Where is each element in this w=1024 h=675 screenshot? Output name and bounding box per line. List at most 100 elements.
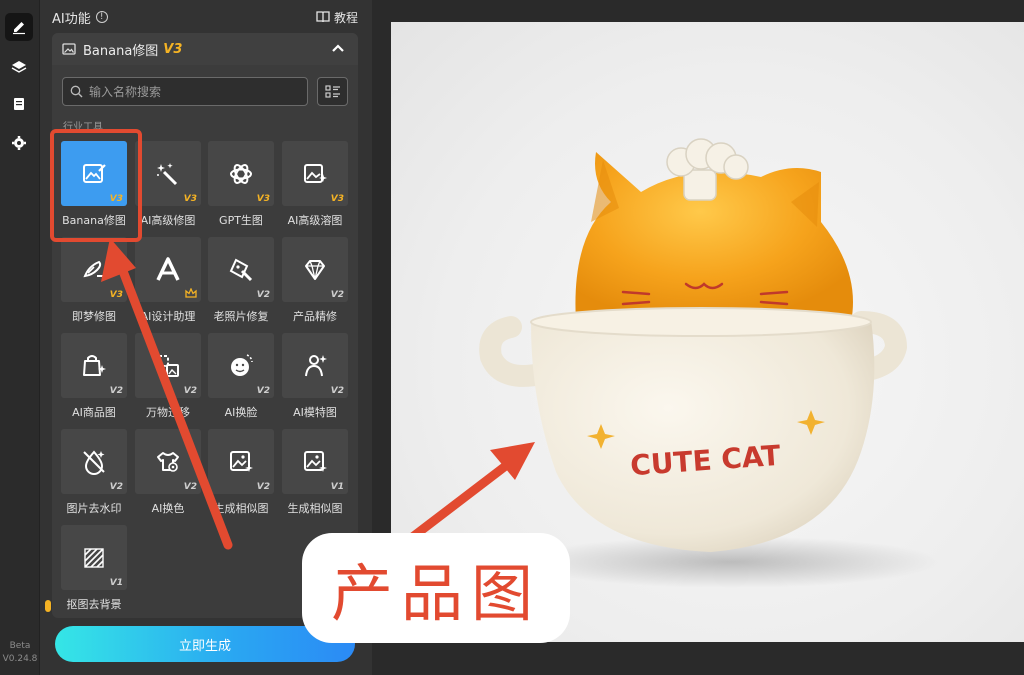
version-badge: V2 [330, 386, 344, 396]
tool-tile[interactable]: V2 [208, 237, 274, 302]
tool-tile[interactable]: V1 [61, 525, 127, 590]
tool-tile[interactable]: V2 [282, 237, 348, 302]
search-input[interactable] [89, 84, 299, 99]
tool-tile[interactable]: V3 [208, 141, 274, 206]
tool-label: AI高级修图 [140, 214, 196, 227]
tool-label: AI模特图 [293, 406, 337, 419]
tutorial-label: 教程 [333, 10, 358, 25]
tool-label: GPT生图 [219, 214, 263, 227]
version-badge: V2 [256, 386, 270, 396]
tool-ai-product-image[interactable]: V2 AI商品图 [57, 333, 131, 420]
search-box[interactable] [62, 77, 308, 106]
status-dot [45, 600, 51, 612]
list-view-toggle[interactable] [317, 77, 348, 106]
version-badge: V3 [330, 194, 344, 204]
tool-label: AI换色 [151, 502, 185, 515]
gpt-knot-icon [230, 163, 252, 184]
tool-label: 老照片修复 [213, 310, 269, 323]
tool-remove-background[interactable]: V1 抠图去背景 [57, 525, 131, 612]
edit-pen-icon[interactable] [5, 13, 33, 41]
tool-label: 抠图去背景 [66, 598, 122, 611]
tool-label: AI高级溶图 [287, 214, 343, 227]
chevron-up-icon[interactable] [330, 40, 346, 56]
tool-label: 产品精修 [293, 310, 337, 323]
tutorial-link[interactable]: 教程 [316, 9, 358, 26]
version-badge: V2 [256, 482, 270, 492]
tool-ai-model-image[interactable]: V2 AI模特图 [278, 333, 352, 420]
tool-label: 即梦修图 [72, 310, 116, 323]
version-badge: V2 [109, 386, 123, 396]
info-icon[interactable]: ! [95, 11, 108, 23]
tool-product-retouch[interactable]: V2 产品精修 [278, 237, 352, 324]
version-beta: Beta [9, 641, 31, 651]
similar-image-icon [304, 450, 327, 472]
module-header[interactable]: Banana修图 V3 [52, 33, 358, 65]
tool-label: 图片去水印 [66, 502, 122, 515]
design-a-icon [156, 256, 180, 281]
version-badge: V2 [183, 482, 197, 492]
transfer-icon [157, 354, 179, 377]
tool-tile[interactable]: V2 [135, 429, 201, 494]
layers-icon[interactable] [5, 53, 33, 81]
face-swap-icon [231, 353, 253, 376]
document-icon[interactable] [5, 90, 33, 118]
no-watermark-icon [83, 449, 105, 475]
gem-icon [305, 259, 325, 280]
tool-object-transfer[interactable]: V2 万物迁移 [131, 333, 205, 420]
tool-label: 生成相似图 [213, 502, 269, 515]
selection-highlight-box [50, 129, 142, 242]
app-version: Beta V0.24.8 [0, 640, 40, 666]
version-badge: V3 [109, 290, 123, 300]
tool-jimeng-edit[interactable]: V3 即梦修图 [57, 237, 131, 324]
version-badge: V2 [256, 290, 270, 300]
tool-tile[interactable]: V2 [282, 333, 348, 398]
version-badge: V1 [330, 482, 344, 492]
panel-header: AI功能 ! 教程 [52, 8, 358, 27]
similar-image-icon [230, 450, 253, 472]
version-badge: V2 [330, 290, 344, 300]
tool-tile[interactable]: V1 [282, 429, 348, 494]
book-icon [316, 11, 330, 23]
search-icon [70, 85, 83, 98]
tool-tile[interactable]: V2 [208, 333, 274, 398]
tool-label: AI设计助理 [140, 310, 196, 323]
magic-wand-icon [157, 162, 178, 185]
tool-generate-similar-v1[interactable]: V1 生成相似图 [278, 429, 352, 516]
tool-tile[interactable]: V3 [282, 141, 348, 206]
tool-label: AI商品图 [72, 406, 116, 419]
tool-ai-advanced-edit[interactable]: V3 AI高级修图 [131, 141, 205, 228]
left-rail: Beta V0.24.8 [0, 0, 40, 675]
tool-ai-design-assistant[interactable]: AI设计助理 [131, 237, 205, 324]
crown-icon [185, 288, 197, 298]
tool-tile[interactable]: V2 [61, 333, 127, 398]
photo-repair-icon [229, 258, 253, 281]
tool-tile[interactable] [135, 237, 201, 302]
tool-ai-face-swap[interactable]: V2 AI换脸 [204, 333, 278, 420]
panel-title: AI功能 [52, 11, 91, 27]
gear-icon[interactable] [5, 129, 33, 157]
module-version-badge: V3 [163, 41, 183, 57]
tool-tile[interactable]: V3 [135, 141, 201, 206]
version-badge: V1 [109, 578, 123, 588]
version-badge: V2 [183, 386, 197, 396]
image-sparkle-icon [304, 163, 327, 183]
tool-old-photo-repair[interactable]: V2 老照片修复 [204, 237, 278, 324]
tool-ai-recolor[interactable]: V2 AI换色 [131, 429, 205, 516]
tool-tile[interactable]: V2 [61, 429, 127, 494]
tool-ai-advanced-blend[interactable]: V3 AI高级溶图 [278, 141, 352, 228]
tool-remove-watermark[interactable]: V2 图片去水印 [57, 429, 131, 516]
shopping-bag-icon [83, 354, 106, 376]
tool-tile[interactable]: V3 [61, 237, 127, 302]
tool-tile[interactable]: V2 [208, 429, 274, 494]
module-title: Banana修图 [83, 43, 159, 59]
tool-generate-similar-v2[interactable]: V2 生成相似图 [204, 429, 278, 516]
tool-tile[interactable]: V2 [135, 333, 201, 398]
tool-label: 生成相似图 [287, 502, 343, 515]
tool-gpt-generate[interactable]: V3 GPT生图 [204, 141, 278, 228]
shirt-color-icon [157, 451, 179, 472]
version-badge: V3 [256, 194, 270, 204]
remove-bg-icon [84, 547, 104, 568]
model-person-icon [305, 354, 327, 376]
tool-label: AI换脸 [224, 406, 258, 419]
version-badge: V2 [109, 482, 123, 492]
